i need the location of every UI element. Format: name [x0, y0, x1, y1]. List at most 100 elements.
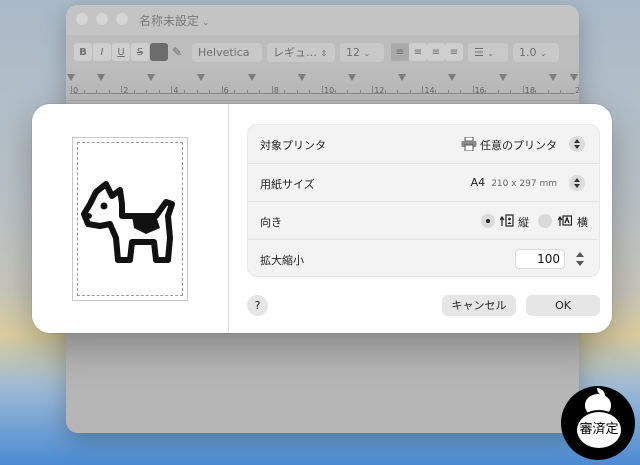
print-preview: [32, 104, 229, 333]
ruler-label: 10: [324, 86, 335, 95]
print-settings-group: 対象プリンタ 任意のプリンタ 用紙サイズ A4 210 x 297 mm 向き 縦: [247, 124, 600, 277]
tab-stop-marker[interactable]: [147, 74, 156, 81]
ruler-tick: [384, 90, 386, 94]
ruler-tick: [196, 90, 198, 94]
ruler-tick: [83, 90, 85, 94]
ruler-tick: [397, 90, 399, 94]
tab-stop-marker[interactable]: [448, 74, 457, 81]
strikethrough-button[interactable]: S: [131, 43, 149, 61]
portrait-icon: [500, 214, 514, 227]
title-bar: 名称未設定 ⌄: [66, 5, 579, 35]
format-toolbar: B I U S ✎ Helvetica ⇕ レギュ… ⇕ 12 ⌄ ≡ ≡ ≡ …: [66, 39, 579, 77]
badge-stamp: 審済定: [575, 410, 623, 450]
portrait-label: 縦: [518, 216, 529, 229]
paper-size-popup-chevron-icon[interactable]: [569, 175, 585, 191]
ruler-tick: [309, 90, 311, 94]
justify-icon[interactable]: ≡: [445, 43, 463, 61]
tab-stop-marker[interactable]: [548, 74, 557, 81]
ruler-tick: [209, 90, 211, 94]
orientation-label: 向き: [260, 216, 282, 229]
ruler[interactable]: 0 2 4 6 8 10 12 14 16 18 20: [66, 69, 579, 101]
line-spacing-select[interactable]: 1.0 ⌄: [513, 43, 559, 62]
print-dialog: 対象プリンタ 任意のプリンタ 用紙サイズ A4 210 x 297 mm 向き 縦: [32, 104, 612, 333]
landscape-radio[interactable]: [538, 214, 552, 228]
printer-label: 対象プリンタ: [260, 139, 326, 152]
zoom-window-button[interactable]: [116, 13, 128, 25]
scale-input[interactable]: 100: [515, 249, 565, 269]
ruler-tick: [171, 86, 173, 94]
apple-badge: 審済定: [561, 386, 635, 460]
paper-size-select[interactable]: A4 210 x 297 mm: [471, 176, 557, 189]
close-window-button[interactable]: [76, 13, 88, 25]
ruler-tick: [259, 90, 261, 94]
ruler-label: 12: [374, 86, 385, 95]
scale-label: 拡大縮小: [260, 254, 304, 267]
ruler-tick: [121, 86, 123, 94]
list-style-select[interactable]: ☰ ⌄: [468, 43, 508, 62]
italic-button[interactable]: I: [93, 43, 111, 61]
underline-button[interactable]: U: [112, 43, 130, 61]
tab-stop-marker[interactable]: [297, 74, 306, 81]
ruler-tick: [547, 90, 549, 94]
left-indent-marker[interactable]: [67, 74, 75, 81]
ruler-tick: [422, 86, 424, 94]
ruler-label: 16: [474, 86, 485, 95]
ruler-tick: [372, 86, 374, 94]
ruler-tick: [522, 86, 524, 94]
printer-popup-chevron-icon[interactable]: [569, 136, 585, 152]
printer-select[interactable]: 任意のプリンタ: [480, 137, 557, 153]
ruler-tick: [359, 90, 361, 94]
align-left-icon[interactable]: ≡: [391, 43, 409, 61]
help-button[interactable]: ?: [247, 295, 268, 316]
tab-stop-marker[interactable]: [97, 74, 105, 81]
right-indent-marker[interactable]: [570, 74, 578, 81]
ruler-tick: [485, 90, 487, 94]
ruler-tick: [221, 86, 223, 94]
tab-stop-marker[interactable]: [398, 74, 407, 81]
font-size-select[interactable]: 12 ⌄: [340, 43, 384, 62]
tab-stop-marker[interactable]: [348, 74, 356, 81]
text-color-swatch[interactable]: [150, 43, 168, 61]
minimize-window-button[interactable]: [96, 13, 108, 25]
orientation-row: 向き 縦 横: [248, 201, 599, 239]
font-family-select[interactable]: Helvetica ⇕: [192, 43, 262, 77]
portrait-radio[interactable]: [481, 214, 495, 228]
ruler-tick: [183, 90, 185, 94]
ruler-tick: [560, 90, 562, 94]
paper-size-label: 用紙サイズ: [260, 178, 315, 191]
ruler-tick: [497, 90, 499, 94]
ruler-label: 0: [73, 86, 79, 95]
ruler-tick: [510, 90, 512, 94]
preview-page: [72, 137, 188, 301]
ruler-tick: [158, 90, 160, 94]
ruler-tick: [133, 90, 135, 94]
printer-row: 対象プリンタ 任意のプリンタ: [248, 125, 599, 163]
window-title[interactable]: 名称未設定 ⌄: [139, 12, 210, 29]
highlight-color-icon[interactable]: ✎: [172, 43, 182, 62]
scale-stepper[interactable]: [573, 248, 587, 270]
ruler-tick: [334, 90, 336, 94]
landscape-icon: [558, 215, 572, 226]
ruler-tick: [96, 90, 98, 94]
tab-stop-marker[interactable]: [197, 74, 206, 81]
landscape-label: 横: [577, 216, 588, 229]
tab-stop-marker[interactable]: [498, 74, 507, 81]
font-style-select[interactable]: レギュ… ⇕: [267, 43, 335, 62]
align-right-icon[interactable]: ≡: [427, 43, 445, 61]
ruler-label: 4: [173, 86, 179, 95]
ruler-label: 14: [424, 86, 435, 95]
cancel-button[interactable]: キャンセル: [442, 295, 516, 316]
ruler-tick: [535, 90, 537, 94]
align-center-icon[interactable]: ≡: [409, 43, 427, 61]
tab-stop-marker[interactable]: [247, 74, 256, 81]
stepper-down-icon[interactable]: [576, 261, 584, 266]
chevron-down-icon: ⌄: [202, 18, 210, 28]
printer-icon: [461, 137, 477, 151]
ruler-label: 8: [273, 86, 279, 95]
ruler-tick: [296, 90, 298, 94]
stepper-up-icon[interactable]: [576, 252, 584, 257]
bold-button[interactable]: B: [74, 43, 92, 61]
ruler-label: 2: [123, 86, 129, 95]
ok-button[interactable]: OK: [526, 295, 600, 316]
ruler-tick: [322, 86, 323, 94]
